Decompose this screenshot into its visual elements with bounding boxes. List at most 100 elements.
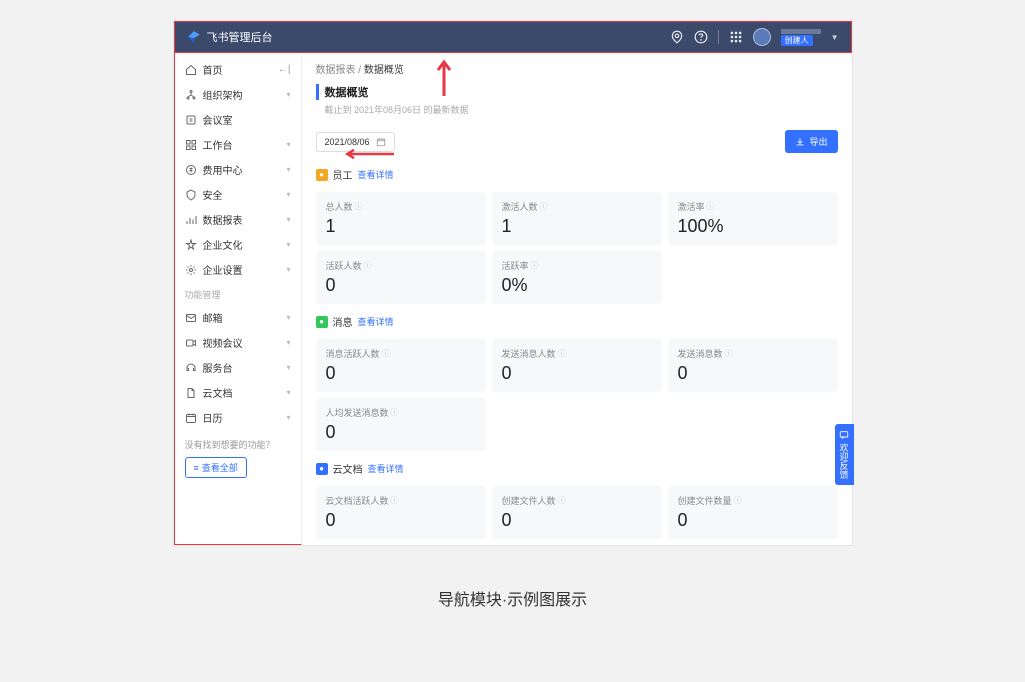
- chevron-down-icon[interactable]: ▾: [286, 240, 290, 249]
- avatar[interactable]: [753, 28, 771, 46]
- service-icon: [185, 362, 197, 374]
- sidebar-item-workspace[interactable]: 工作台▾: [175, 132, 301, 157]
- content: 数据报表 / 数据概览 数据概览 截止到 2021年08月06日 的最新数据 2…: [302, 53, 852, 545]
- feedback-tab[interactable]: 欢迎反馈: [835, 424, 854, 485]
- metric-card: 发送消息人数 ⓘ0: [492, 339, 662, 392]
- chevron-down-icon[interactable]: ▾: [286, 90, 290, 99]
- sidebar-item-cost[interactable]: 费用中心▾: [175, 157, 301, 182]
- metric-value: 100%: [678, 216, 828, 237]
- help-icon[interactable]: ⓘ: [355, 201, 363, 212]
- group-icon: ●: [316, 316, 328, 328]
- metric-value: 0: [678, 510, 828, 531]
- chevron-down-icon[interactable]: ▾: [286, 413, 290, 422]
- metric-card: 人均发送消息数 ⓘ0: [316, 398, 486, 451]
- caption: 导航模块·示例图展示: [438, 586, 587, 610]
- chevron-down-icon[interactable]: ▾: [286, 190, 290, 199]
- org-icon: [185, 89, 197, 101]
- help-icon[interactable]: [694, 30, 708, 44]
- metric-label: 创建文件人数 ⓘ: [502, 494, 652, 507]
- home-icon: [185, 64, 197, 76]
- group-icon: ●: [316, 463, 328, 475]
- group-detail-link[interactable]: 查看详情: [368, 462, 404, 475]
- nav-label: 企业文化: [203, 237, 243, 252]
- metric-label: 人均发送消息数 ⓘ: [326, 406, 476, 419]
- nav-label: 邮箱: [203, 310, 223, 325]
- header-right: 创建人 ▼: [670, 28, 839, 46]
- metric-value: 0: [326, 275, 476, 296]
- metric-grid: 消息活跃人数 ⓘ0发送消息人数 ⓘ0发送消息数 ⓘ0人均发送消息数 ⓘ0: [302, 333, 852, 457]
- metric-value: 0: [502, 510, 652, 531]
- group-detail-link[interactable]: 查看详情: [358, 315, 394, 328]
- apps-icon[interactable]: [729, 30, 743, 44]
- metric-grid: 总人数 ⓘ1激活人数 ⓘ1激活率 ⓘ100%活跃人数 ⓘ0活跃率 ⓘ0%: [302, 186, 852, 310]
- chat-icon: [839, 430, 849, 440]
- nav-label: 云文档: [203, 385, 233, 400]
- chevron-down-icon[interactable]: ▾: [286, 363, 290, 372]
- help-icon[interactable]: ⓘ: [391, 407, 399, 418]
- metric-card: 总人数 ⓘ1: [316, 192, 486, 245]
- nav-label: 企业设置: [203, 262, 243, 277]
- sidebar-item-home[interactable]: 首页 ←|: [175, 57, 301, 82]
- sidebar-item-security[interactable]: 安全▾: [175, 182, 301, 207]
- chevron-down-icon[interactable]: ▼: [831, 33, 839, 42]
- cost-icon: [185, 164, 197, 176]
- collapse-icon[interactable]: ←|: [278, 64, 291, 75]
- nav-label: 数据报表: [203, 212, 243, 227]
- metric-card: 激活人数 ⓘ1: [492, 192, 662, 245]
- sidebar-item-service[interactable]: 服务台▾: [175, 355, 301, 380]
- help-icon[interactable]: ⓘ: [531, 260, 539, 271]
- page-subtitle: 截止到 2021年08月06日 的最新数据: [316, 103, 838, 116]
- help-icon[interactable]: ⓘ: [558, 348, 566, 359]
- metric-label: 活跃人数 ⓘ: [326, 259, 476, 272]
- metric-card: 发送消息数 ⓘ0: [668, 339, 838, 392]
- sidebar-item-culture[interactable]: 企业文化 ▾: [175, 232, 301, 257]
- help-icon[interactable]: ⓘ: [707, 201, 715, 212]
- sidebar-item-mail[interactable]: 邮箱 ▾: [175, 305, 301, 330]
- group-header: ●云文档查看详情: [302, 457, 852, 480]
- sidebar-item-org[interactable]: 组织架构 ▾: [175, 82, 301, 107]
- help-icon[interactable]: ⓘ: [391, 495, 399, 506]
- chevron-down-icon[interactable]: ▾: [286, 265, 290, 274]
- sidebar-item-meeting[interactable]: 会议室: [175, 107, 301, 132]
- nav-label: 会议室: [203, 112, 233, 127]
- chevron-down-icon[interactable]: ▾: [286, 313, 290, 322]
- calendar-icon: [376, 137, 386, 147]
- help-icon[interactable]: ⓘ: [725, 348, 733, 359]
- metric-label: 激活人数 ⓘ: [502, 200, 652, 213]
- export-button[interactable]: 导出: [785, 130, 837, 153]
- logo[interactable]: 飞书管理后台: [187, 29, 273, 45]
- chevron-down-icon[interactable]: ▾: [286, 140, 290, 149]
- breadcrumb: 数据报表 / 数据概览: [302, 53, 852, 80]
- chevron-down-icon[interactable]: ▾: [286, 388, 290, 397]
- annotation-arrow-up: [434, 56, 454, 96]
- help-icon[interactable]: ⓘ: [364, 260, 372, 271]
- metric-card: 创建文件人数 ⓘ 0: [492, 486, 662, 539]
- location-icon[interactable]: [670, 30, 684, 44]
- metric-value: 0: [502, 363, 652, 384]
- sidebar-item-docs[interactable]: 云文档 ▾: [175, 380, 301, 405]
- sidebar-item-data[interactable]: 数据报表 ▾: [175, 207, 301, 232]
- help-icon[interactable]: ⓘ: [558, 495, 566, 506]
- metric-card: 活跃人数 ⓘ 0: [316, 251, 486, 304]
- chevron-down-icon[interactable]: ▾: [286, 338, 290, 347]
- group-name: 消息: [333, 314, 353, 329]
- help-icon[interactable]: ⓘ: [540, 201, 548, 212]
- user-badge[interactable]: 创建人: [781, 29, 821, 46]
- nav-label: 首页: [203, 62, 223, 77]
- view-all-button[interactable]: ≡查看全部: [185, 457, 247, 478]
- sidebar-item-video[interactable]: 视频会议▾: [175, 330, 301, 355]
- group-icon: ●: [316, 169, 328, 181]
- group-detail-link[interactable]: 查看详情: [358, 168, 394, 181]
- breadcrumb-parent[interactable]: 数据报表: [316, 65, 356, 76]
- nav-label: 组织架构: [203, 87, 243, 102]
- metric-label: 创建文件数量 ⓘ: [678, 494, 828, 507]
- sidebar-item-calendar[interactable]: 日历▾: [175, 405, 301, 430]
- chevron-down-icon[interactable]: ▾: [286, 165, 290, 174]
- sidebar-item-settings[interactable]: 企业设置 ▾: [175, 257, 301, 282]
- video-icon: [185, 337, 197, 349]
- metric-card: 活跃率 ⓘ0%: [492, 251, 662, 304]
- download-icon: [795, 137, 805, 147]
- help-icon[interactable]: ⓘ: [382, 348, 390, 359]
- chevron-down-icon[interactable]: ▾: [286, 215, 290, 224]
- help-icon[interactable]: ⓘ: [734, 495, 742, 506]
